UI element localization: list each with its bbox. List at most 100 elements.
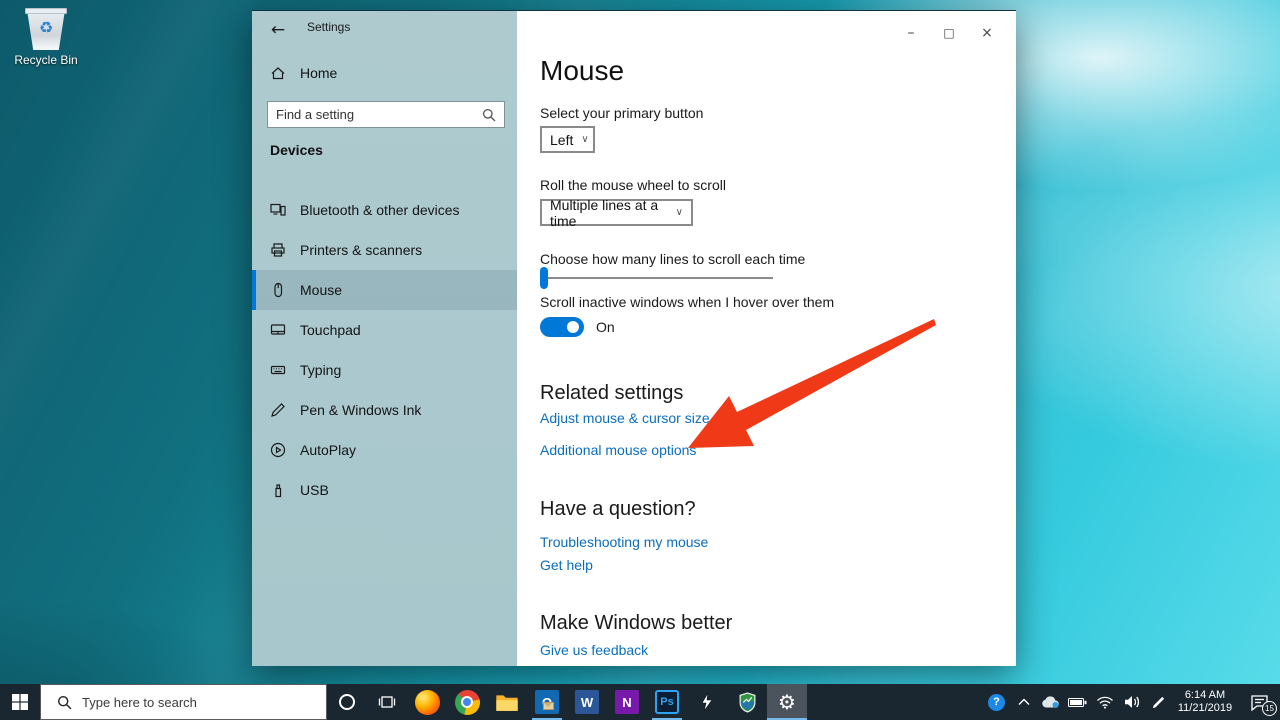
outlook-envelope (543, 702, 554, 710)
taskbar-search-box[interactable] (40, 684, 327, 720)
related-settings-heading: Related settings (540, 382, 683, 405)
search-icon (57, 695, 72, 710)
taskbar-item-shield-app[interactable] (727, 684, 767, 720)
cloud-icon (1041, 695, 1061, 709)
make-windows-better-heading: Make Windows better (540, 612, 732, 635)
primary-button-value: Left (550, 132, 573, 148)
search-icon (482, 108, 496, 122)
usb-icon (270, 482, 286, 498)
taskbar-item-photoshop[interactable]: Ps (647, 684, 687, 720)
close-button[interactable]: × (968, 19, 1006, 47)
lightning-icon (701, 692, 713, 712)
slider-track[interactable] (540, 277, 773, 279)
link-additional-mouse-options[interactable]: Additional mouse options (540, 442, 696, 458)
tray-onedrive[interactable] (1037, 684, 1064, 720)
tray-volume[interactable] (1118, 684, 1145, 720)
chevron-down-icon: ∨ (581, 134, 588, 145)
sidebar-item-label: Typing (300, 362, 341, 378)
sidebar-item-pen[interactable]: Pen & Windows Ink (252, 390, 517, 430)
printer-icon (270, 242, 286, 258)
action-center-button[interactable]: 15 (1238, 684, 1280, 720)
primary-button-dropdown[interactable]: Left ∨ (540, 126, 595, 153)
sidebar-item-usb[interactable]: USB (252, 470, 517, 510)
taskbar-item-outlook[interactable]: O (527, 684, 567, 720)
maximize-button[interactable]: □ (930, 19, 968, 47)
onenote-icon: N (615, 690, 639, 714)
settings-search-box[interactable] (267, 101, 505, 128)
taskbar-item-settings[interactable]: ⚙ (767, 684, 807, 720)
sidebar-item-home[interactable]: Home (252, 53, 517, 93)
settings-sidebar: ← Settings Home Devices Blue (252, 11, 517, 666)
lines-to-scroll-label: Choose how many lines to scroll each tim… (540, 251, 805, 267)
shield-icon (738, 692, 757, 713)
task-view-icon (378, 695, 396, 709)
sidebar-item-label: Home (300, 65, 337, 81)
taskbar-item-chrome[interactable] (447, 684, 487, 720)
wheel-scroll-value: Multiple lines at a time (550, 197, 668, 229)
autoplay-icon (270, 442, 286, 458)
wheel-scroll-label: Roll the mouse wheel to scroll (540, 177, 726, 193)
tray-clock[interactable]: 6:14 AM 11/21/2019 (1172, 684, 1238, 720)
recycle-bin-icon[interactable]: ♻ Recycle Bin (8, 8, 84, 67)
recycle-bin-label: Recycle Bin (8, 53, 84, 67)
tray-help-button[interactable]: ? (983, 684, 1010, 720)
link-troubleshooting-my-mouse[interactable]: Troubleshooting my mouse (540, 534, 708, 550)
taskbar-item-file-explorer[interactable] (487, 684, 527, 720)
sidebar-item-autoplay[interactable]: AutoPlay (252, 430, 517, 470)
tray-pen[interactable] (1145, 684, 1172, 720)
minimize-button[interactable]: – (892, 19, 930, 47)
system-tray: ? (983, 684, 1280, 720)
outlook-icon: O (535, 690, 559, 714)
gear-icon: ⚙ (778, 692, 796, 712)
chevron-down-icon: ∨ (676, 207, 683, 218)
cortana-button[interactable] (327, 684, 367, 720)
photoshop-icon: Ps (655, 690, 679, 714)
sidebar-item-label: Touchpad (300, 322, 361, 338)
taskbar-item-onenote[interactable]: N (607, 684, 647, 720)
scroll-inactive-label: Scroll inactive windows when I hover ove… (540, 294, 834, 310)
slider-thumb[interactable] (540, 267, 548, 289)
taskbar-search-input[interactable] (82, 695, 326, 710)
settings-search-input[interactable] (268, 102, 482, 127)
tray-show-hidden-icons[interactable] (1010, 684, 1037, 720)
window-title: Settings (307, 20, 350, 34)
lines-to-scroll-slider[interactable] (540, 267, 773, 289)
recycle-bin-rim (25, 8, 67, 14)
tray-wifi[interactable] (1091, 684, 1118, 720)
start-button[interactable] (0, 684, 40, 720)
recycle-symbol-icon: ♻ (26, 18, 66, 37)
link-adjust-mouse-cursor-size[interactable]: Adjust mouse & cursor size (540, 410, 710, 426)
sidebar-item-label: Pen & Windows Ink (300, 402, 421, 418)
primary-button-label: Select your primary button (540, 105, 703, 121)
link-give-us-feedback[interactable]: Give us feedback (540, 642, 648, 658)
back-button[interactable]: ← (264, 17, 292, 43)
sidebar-section-header: Devices (270, 142, 323, 158)
windows-logo-icon (12, 694, 28, 710)
toggle-state-label: On (596, 319, 615, 335)
tray-battery[interactable] (1064, 684, 1091, 720)
sidebar-item-label: AutoPlay (300, 442, 356, 458)
taskbar-item-word[interactable]: W (567, 684, 607, 720)
wheel-scroll-dropdown[interactable]: Multiple lines at a time ∨ (540, 199, 693, 226)
task-view-button[interactable] (367, 684, 407, 720)
help-icon: ? (988, 694, 1005, 711)
home-icon (270, 65, 286, 81)
scroll-inactive-toggle[interactable] (540, 317, 584, 337)
bluetooth-devices-icon (270, 202, 286, 218)
keyboard-icon (270, 362, 286, 378)
taskbar-item-lightning-app[interactable] (687, 684, 727, 720)
cortana-icon (339, 694, 355, 710)
sidebar-item-touchpad[interactable]: Touchpad (252, 310, 517, 350)
firefox-icon (415, 690, 440, 715)
toggle-knob (567, 321, 579, 333)
sidebar-item-label: USB (300, 482, 329, 498)
sidebar-item-bluetooth[interactable]: Bluetooth & other devices (252, 190, 517, 230)
sidebar-item-mouse[interactable]: Mouse (252, 270, 517, 310)
settings-window: ← Settings Home Devices Blue (252, 10, 1016, 666)
clock-date: 11/21/2019 (1178, 702, 1232, 715)
sidebar-item-printers[interactable]: Printers & scanners (252, 230, 517, 270)
taskbar-item-firefox[interactable] (407, 684, 447, 720)
link-get-help[interactable]: Get help (540, 557, 593, 573)
wifi-icon (1096, 695, 1114, 709)
sidebar-item-typing[interactable]: Typing (252, 350, 517, 390)
